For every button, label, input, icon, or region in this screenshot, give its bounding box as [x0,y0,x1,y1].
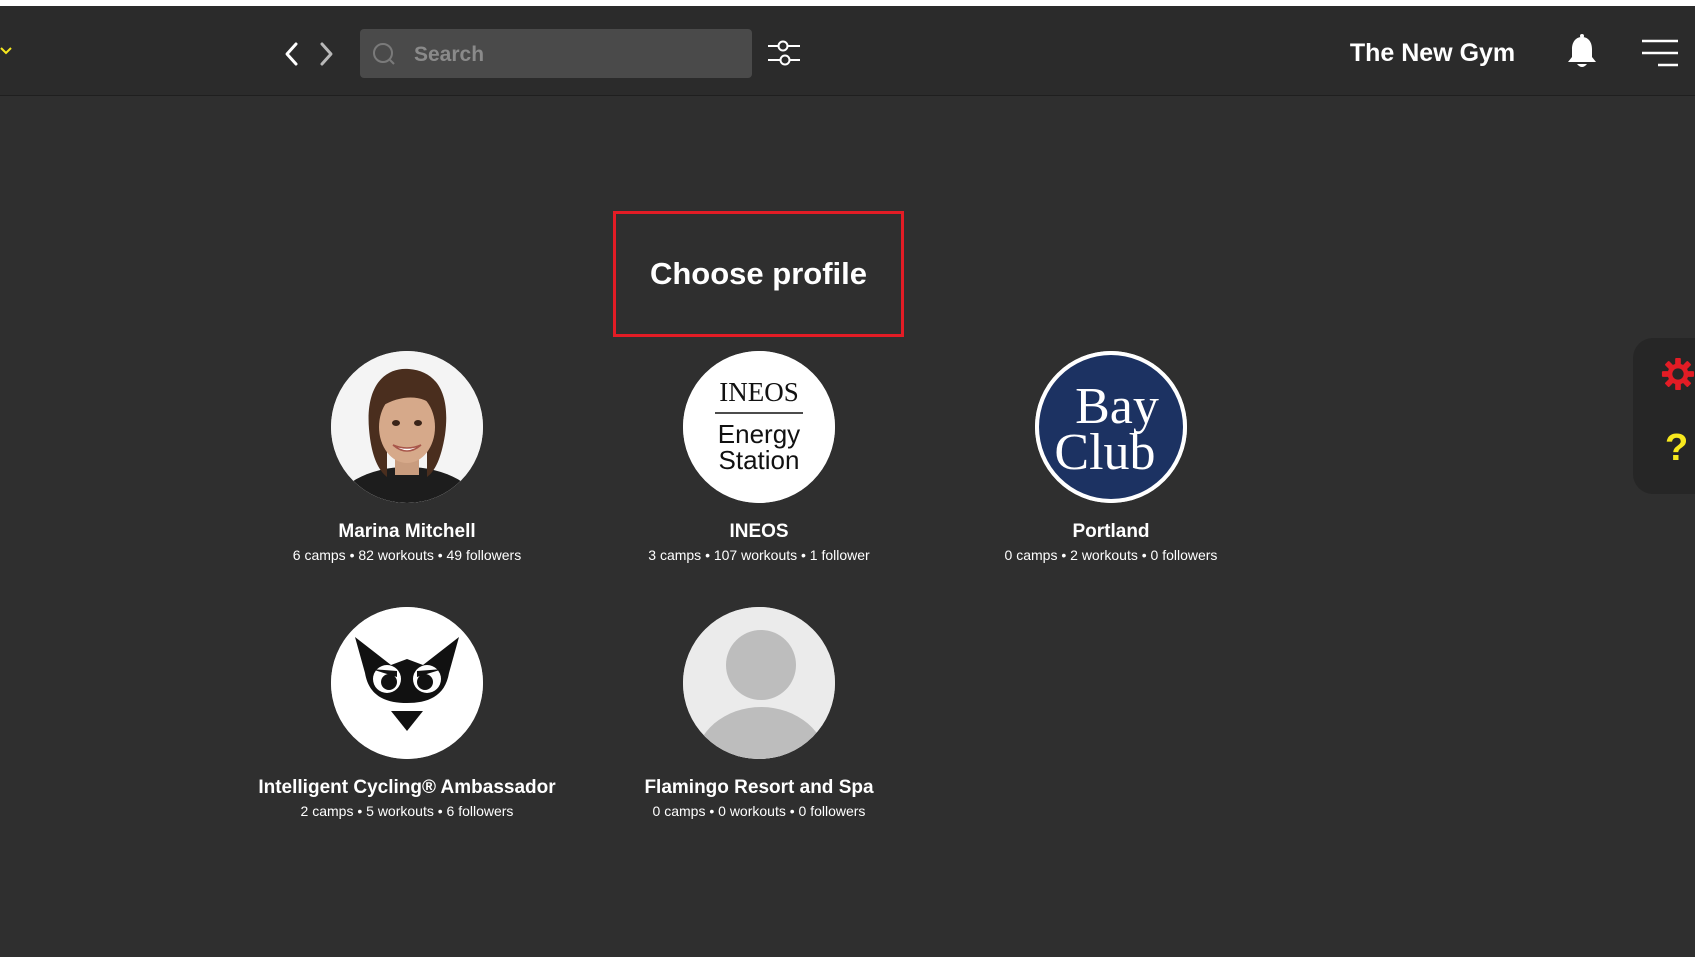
page-title: Choose profile [649,256,867,291]
avatar [331,607,483,759]
hamburger-menu-icon[interactable] [1640,38,1680,68]
logo-text: Club [1054,424,1155,481]
profile-stats: 3 camps • 107 workouts • 1 follower [648,547,870,563]
profile-name: Flamingo Resort and Spa [644,777,874,798]
ineos-logo-icon: INEOS Energy Station [683,351,835,503]
profile-stats: 2 camps • 5 workouts • 6 followers [300,803,514,819]
default-avatar-icon [683,607,835,759]
profile-name: Portland [1072,521,1150,542]
side-panel: ? [1633,338,1695,494]
avatar: Bay Club [1035,351,1187,503]
profile-name: INEOS [729,521,789,542]
bay-club-logo-icon: Bay Club [1035,351,1187,503]
avatar [683,607,835,759]
gear-icon[interactable] [1661,356,1695,392]
logo-text: Station [719,445,800,475]
profile-card-marina-mitchell[interactable]: Marina Mitchell 6 camps • 82 workouts • … [237,351,577,563]
search-icon [373,43,395,65]
avatar [331,351,483,503]
back-chevron-icon[interactable] [280,40,304,68]
person-photo-icon [331,351,483,503]
avatar: INEOS Energy Station [683,351,835,503]
profile-stats: 6 camps • 82 workouts • 49 followers [292,547,522,563]
top-bar: The New Gym [0,6,1695,96]
profile-card-flamingo-resort-and-spa[interactable]: Flamingo Resort and Spa 0 camps • 0 work… [589,607,929,819]
chevron-down-icon[interactable] [0,44,14,58]
profile-name: Marina Mitchell [338,521,476,542]
gym-name[interactable]: The New Gym [1340,30,1525,76]
profile-stats: 0 camps • 2 workouts • 0 followers [1004,547,1218,563]
search-input[interactable] [412,29,746,80]
bell-icon[interactable] [1566,34,1598,70]
sliders-icon[interactable] [766,36,802,70]
owl-logo-icon [331,607,483,759]
profile-card-ineos[interactable]: INEOS Energy Station INEOS 3 camps • 107… [589,351,929,563]
search-box[interactable] [360,29,752,80]
profile-stats: 0 camps • 0 workouts • 0 followers [652,803,866,819]
question-icon[interactable]: ? [1665,426,1695,470]
title-highlight-box: Choose profile [613,211,904,337]
profile-card-intelligent-cycling-ambassador[interactable]: Intelligent Cycling® Ambassador 2 camps … [237,607,577,819]
logo-text: INEOS [719,377,799,407]
forward-chevron-icon[interactable] [314,40,338,68]
profile-card-portland[interactable]: Bay Club Portland 0 camps • 2 workouts •… [941,351,1281,563]
profile-name: Intelligent Cycling® Ambassador [258,777,556,798]
